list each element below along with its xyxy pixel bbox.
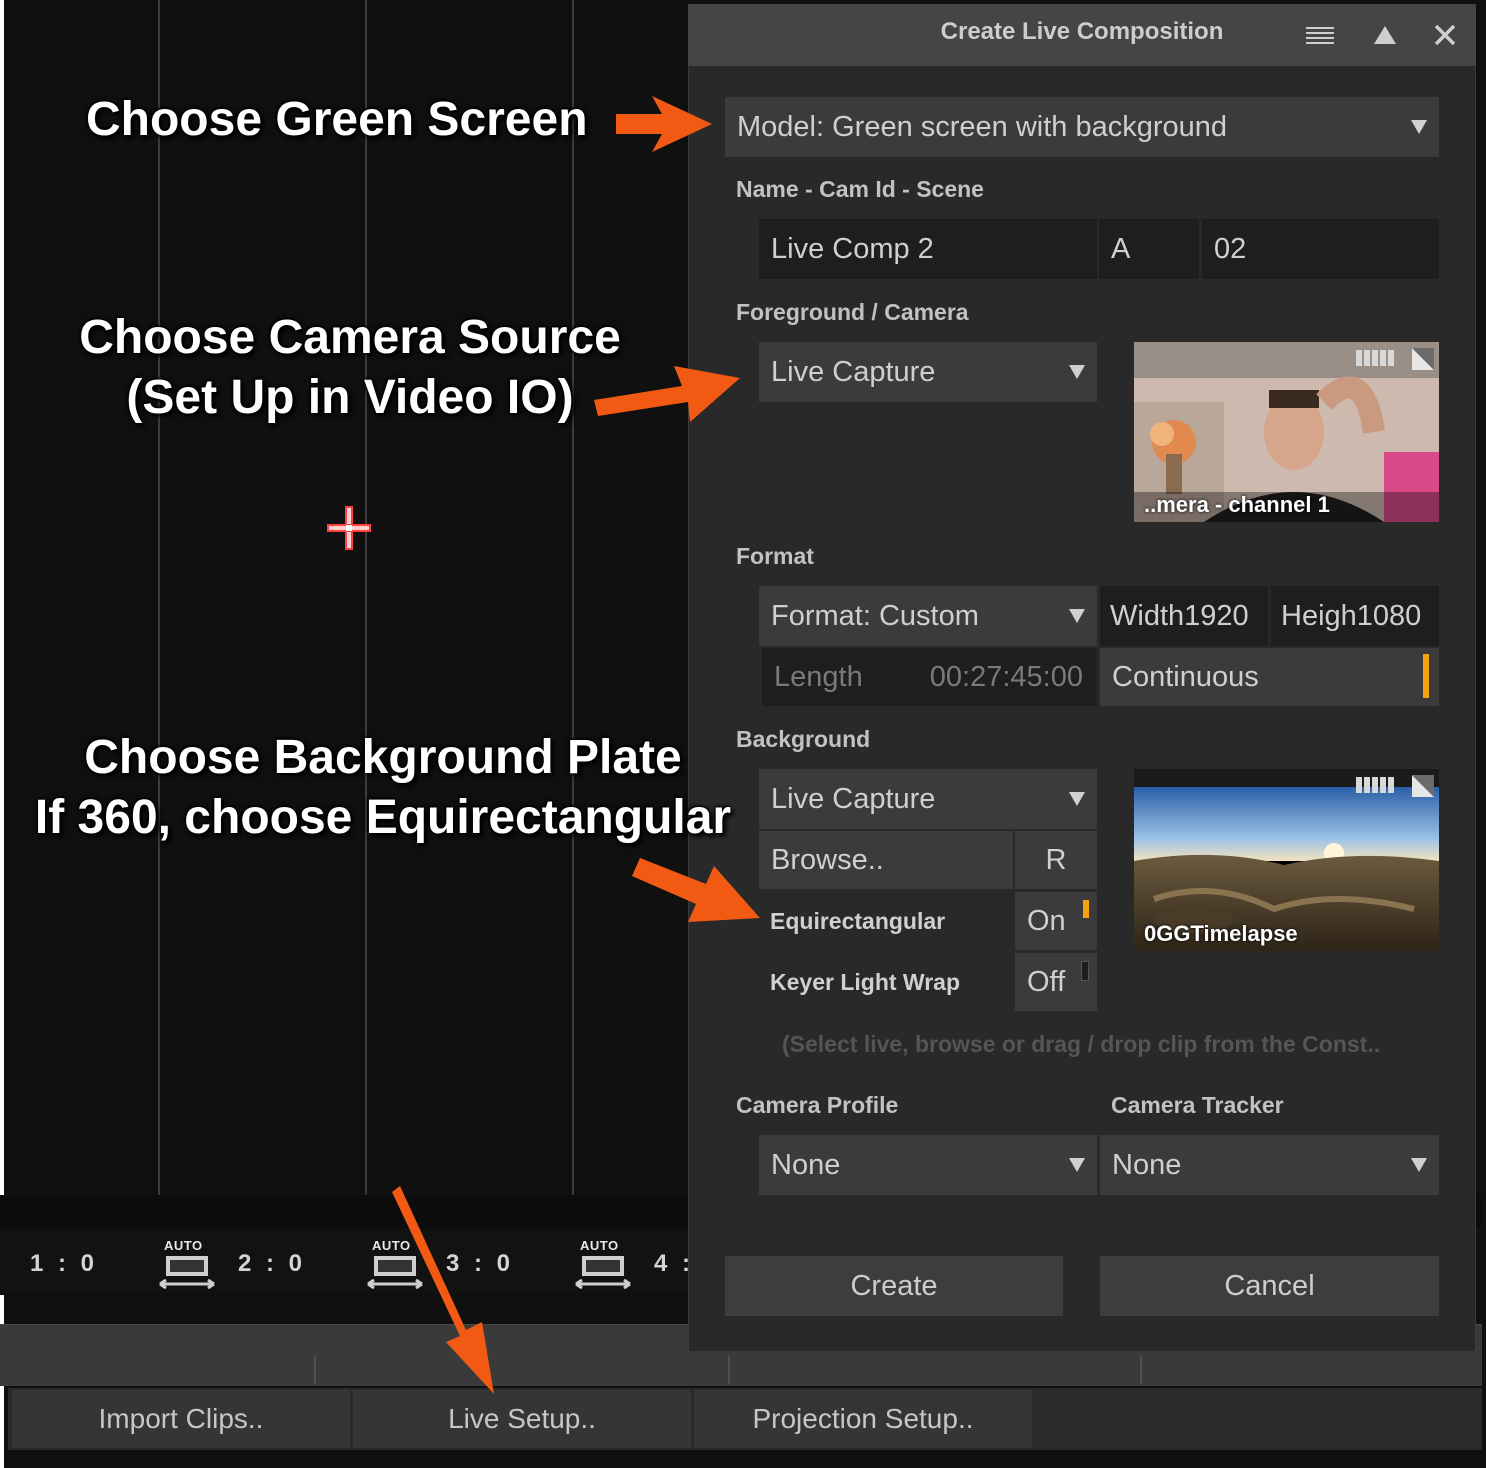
height-value: 1080 [1356, 599, 1422, 632]
name-section-label: Name - Cam Id - Scene [736, 176, 984, 202]
chevron-down-icon [1069, 365, 1085, 379]
scene-field[interactable]: 02 [1202, 219, 1439, 279]
chevron-down-icon [1069, 1158, 1085, 1172]
length-value: 00:27:45:00 [929, 660, 1083, 693]
cam-id-field[interactable]: A [1099, 219, 1199, 279]
auto-film-icon[interactable]: AUTO [574, 1238, 632, 1292]
keyer-light-wrap-value: Off [1027, 965, 1066, 998]
close-icon[interactable] [1434, 24, 1456, 46]
toggle-indicator [1081, 961, 1089, 981]
guide-line [572, 0, 574, 1195]
timeline-slot-3[interactable]: 3 : 0 [446, 1250, 514, 1278]
menu-icon[interactable] [1306, 26, 1334, 46]
format-select[interactable]: Format: Custom [759, 586, 1097, 646]
divider [314, 1356, 316, 1384]
timeline-slot-1[interactable]: 1 : 0 [30, 1250, 98, 1278]
browse-button[interactable]: Browse.. [759, 831, 1013, 889]
foreground-thumb-caption: ..mera - channel 1 [1144, 492, 1330, 517]
reset-label: R [1045, 843, 1067, 876]
projection-setup-button[interactable]: Projection Setup.. [694, 1390, 1032, 1448]
scene-value: 02 [1214, 232, 1247, 265]
camera-profile-value: None [771, 1148, 841, 1181]
background-source-value: Live Capture [771, 782, 936, 815]
divider [1140, 1356, 1142, 1384]
crosshair-icon [327, 506, 371, 550]
camera-tracker-select[interactable]: None [1100, 1135, 1439, 1195]
chevron-down-icon [1069, 609, 1085, 623]
model-select-value: Model: Green screen with background [737, 110, 1228, 143]
camera-profile-select[interactable]: None [759, 1135, 1097, 1195]
foreground-preview-thumbnail[interactable]: ..mera - channel 1 [1134, 342, 1439, 522]
foreground-source-select[interactable]: Live Capture [759, 342, 1097, 402]
name-field[interactable]: Live Comp 2 [759, 219, 1097, 279]
continuous-toggle[interactable]: Continuous [1100, 648, 1439, 706]
height-label: Heigh [1281, 599, 1357, 632]
create-button[interactable]: Create [725, 1256, 1063, 1316]
annotation-background-line1: Choose Background Plate [84, 731, 682, 784]
width-label: Width [1110, 599, 1185, 632]
length-field[interactable]: Length 00:27:45:00 [762, 648, 1097, 706]
camera-profile-label: Camera Profile [736, 1092, 899, 1118]
chevron-down-icon [1411, 1158, 1427, 1172]
height-field[interactable]: Heigh 1080 [1271, 586, 1439, 646]
keyer-light-wrap-toggle[interactable]: Off [1015, 953, 1097, 1011]
background-source-select[interactable]: Live Capture [759, 769, 1097, 829]
level-bars-icon [1356, 777, 1396, 798]
page-curl-icon[interactable] [1408, 344, 1436, 372]
timeline-slot-2[interactable]: 2 : 0 [238, 1250, 306, 1278]
annotation-camera-source-line2: (Set Up in Video IO) [126, 371, 574, 424]
live-setup-button[interactable]: Live Setup.. [353, 1390, 691, 1448]
collapse-icon[interactable] [1374, 26, 1396, 44]
guide-line [365, 0, 367, 1195]
page-curl-icon[interactable] [1408, 771, 1436, 799]
import-clips-button[interactable]: Import Clips.. [12, 1390, 350, 1448]
equirectangular-label: Equirectangular [770, 908, 946, 934]
keyer-light-wrap-label: Keyer Light Wrap [770, 969, 960, 995]
annotation-camera-source-line1: Choose Camera Source [79, 311, 621, 364]
length-label: Length [774, 660, 863, 693]
format-value: Format: Custom [771, 599, 979, 632]
cancel-button[interactable]: Cancel [1100, 1256, 1439, 1316]
auto-film-icon[interactable]: AUTO [366, 1238, 424, 1292]
annotation-background-line2: If 360, choose Equirectangular [34, 791, 732, 844]
reset-button[interactable]: R [1015, 831, 1097, 889]
foreground-section-label: Foreground / Camera [736, 299, 969, 325]
guide-line [158, 0, 160, 1195]
auto-film-icon[interactable]: AUTO [158, 1238, 216, 1292]
background-preview-thumbnail[interactable]: 0GGTimelapse [1134, 769, 1439, 951]
name-value: Live Comp 2 [771, 232, 934, 265]
model-select[interactable]: Model: Green screen with background [725, 97, 1439, 157]
camera-tracker-value: None [1112, 1148, 1182, 1181]
toggle-indicator [1423, 654, 1429, 698]
continuous-label: Continuous [1112, 660, 1259, 693]
width-field[interactable]: Width 1920 [1100, 586, 1268, 646]
background-hint-text: (Select live, browse or drag / drop clip… [782, 1031, 1381, 1057]
equirectangular-value: On [1027, 904, 1066, 937]
width-value: 1920 [1184, 599, 1249, 632]
chevron-down-icon [1069, 792, 1085, 806]
foreground-source-value: Live Capture [771, 355, 936, 388]
level-bars-icon [1356, 350, 1396, 371]
dialog-title: Create Live Composition [940, 18, 1224, 45]
camera-tracker-label: Camera Tracker [1111, 1092, 1284, 1118]
browse-label: Browse.. [771, 843, 884, 876]
equirectangular-toggle[interactable]: On [1015, 892, 1097, 950]
cam-id-value: A [1111, 232, 1131, 265]
background-thumb-caption: 0GGTimelapse [1144, 921, 1298, 946]
chevron-down-icon [1411, 120, 1427, 134]
toggle-indicator [1083, 900, 1089, 918]
annotation-green-screen: Choose Green Screen [86, 93, 588, 146]
format-section-label: Format [736, 543, 814, 569]
divider [728, 1356, 730, 1384]
